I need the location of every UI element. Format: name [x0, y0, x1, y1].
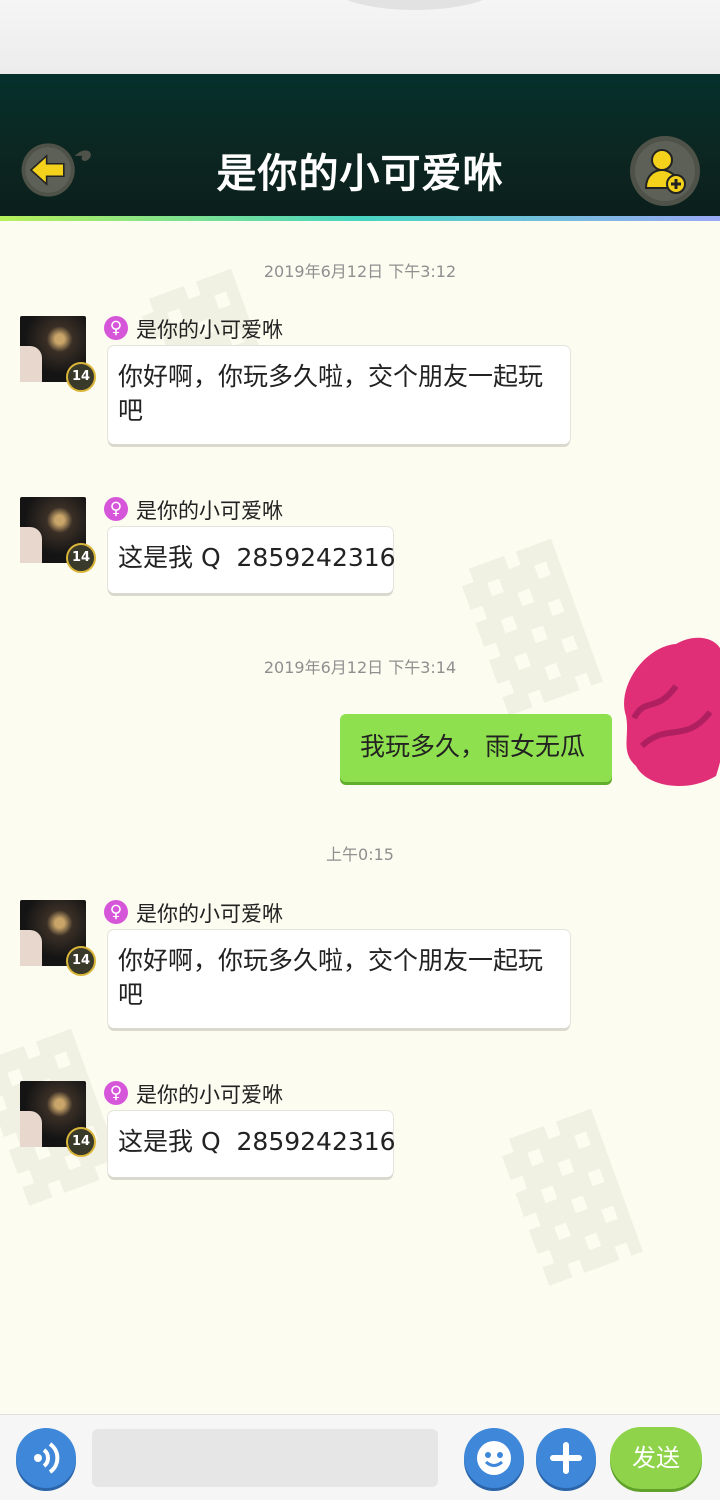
voice-icon [34, 1442, 60, 1474]
sender-name: 是你的小可爱咻 [136, 499, 283, 523]
chat-area[interactable]: ▓ ▓ ▓ ▓ 2019年6月12日 下午3:12 14 ♀ 是你的小可爱咻 你… [0, 221, 720, 1414]
page-title: 是你的小可爱咻 [216, 151, 504, 197]
send-button[interactable]: 发送 [610, 1427, 702, 1489]
female-icon: ♀ [104, 900, 128, 924]
emoji-icon [477, 1441, 511, 1475]
message-bubble-self[interactable]: 我玩多久，雨女无瓜 [340, 714, 612, 782]
message-input[interactable] [92, 1429, 438, 1487]
female-icon: ♀ [104, 497, 128, 521]
avatar-photo [20, 346, 42, 382]
sender-name: 是你的小可爱咻 [136, 902, 283, 926]
composer-bar: 发送 [0, 1414, 720, 1500]
message-bubble[interactable]: 这是我 Q 2859242316 [108, 527, 396, 593]
redaction-scribble [624, 637, 720, 787]
more-button[interactable] [536, 1428, 596, 1488]
sender-name: 是你的小可爱咻 [136, 318, 283, 342]
female-icon: ♀ [104, 316, 128, 340]
timestamp: 上午0:15 [326, 845, 394, 864]
avatar-photo [20, 930, 42, 966]
back-button[interactable] [20, 134, 92, 206]
message-bubble[interactable]: 这是我 Q 2859242316 [108, 1111, 396, 1177]
back-button-tail [74, 150, 91, 162]
plus-icon [550, 1442, 582, 1474]
emoji-button[interactable] [464, 1428, 524, 1488]
timestamp: 2019年6月12日 下午3:12 [263, 262, 457, 281]
level-badge: 14 [66, 946, 96, 976]
status-decoration [330, 0, 500, 10]
background-decoration: ▓ [457, 538, 603, 716]
message-bubble[interactable]: 你好啊，你玩多久啦，交个朋友一起玩吧 [108, 930, 570, 1028]
avatar-photo [20, 527, 42, 563]
female-icon: ♀ [104, 1081, 128, 1105]
level-badge: 14 [66, 543, 96, 573]
level-badge: 14 [66, 362, 96, 392]
background-decoration: ▓ [497, 1108, 643, 1286]
sender-name: 是你的小可爱咻 [136, 1083, 283, 1107]
avatar-photo [20, 1111, 42, 1147]
top-bar: 是你的小可爱咻 [0, 74, 720, 221]
level-badge: 14 [66, 1127, 96, 1157]
voice-button[interactable] [16, 1428, 76, 1488]
status-strip [0, 0, 720, 74]
add-friend-button[interactable] [628, 134, 702, 208]
message-bubble[interactable]: 你好啊，你玩多久啦，交个朋友一起玩吧 [108, 346, 570, 444]
